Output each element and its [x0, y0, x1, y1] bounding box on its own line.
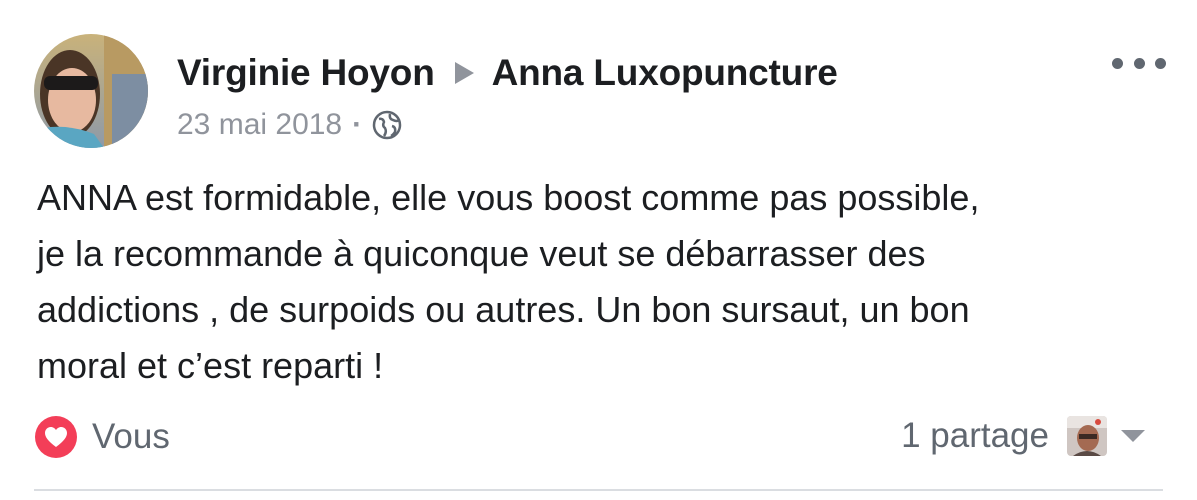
target-page-name[interactable]: Anna Luxopuncture [492, 52, 838, 94]
love-reaction-icon [35, 416, 77, 458]
reactions-summary[interactable]: Vous [34, 414, 170, 460]
shares-count[interactable]: 1 partage [901, 416, 1049, 456]
post-date[interactable]: 23 mai 2018 [177, 108, 342, 142]
meta-separator: · [352, 108, 363, 141]
sharer-avatar[interactable] [1067, 416, 1107, 456]
shares-area: 1 partage [901, 410, 1145, 462]
globe-icon[interactable] [372, 110, 402, 140]
author-avatar-image [34, 34, 148, 148]
more-options-button[interactable] [1112, 50, 1166, 76]
post-text-line: je la recommande à quiconque veut se déb… [37, 233, 926, 274]
post-text: ANNA est formidable, elle vous boost com… [37, 170, 1167, 394]
post-text-line: moral et c’est reparti ! [37, 345, 384, 386]
more-dot [1133, 57, 1145, 69]
post-text-line: addictions , de surpoids ou autres. Un b… [37, 289, 970, 330]
more-dot [1155, 57, 1166, 69]
triangle-right-icon [454, 62, 474, 84]
author-name[interactable]: Virginie Hoyon [177, 52, 435, 94]
divider [34, 489, 1163, 491]
post-header: Virginie Hoyon Anna Luxopuncture [177, 48, 838, 98]
post-text-line: ANNA est formidable, elle vous boost com… [37, 177, 980, 218]
chevron-down-icon[interactable] [1121, 430, 1145, 442]
post-meta: 23 mai 2018 · [177, 105, 402, 145]
author-avatar[interactable] [34, 34, 148, 148]
more-dot [1112, 57, 1123, 69]
reactions-label: Vous [92, 417, 170, 456]
